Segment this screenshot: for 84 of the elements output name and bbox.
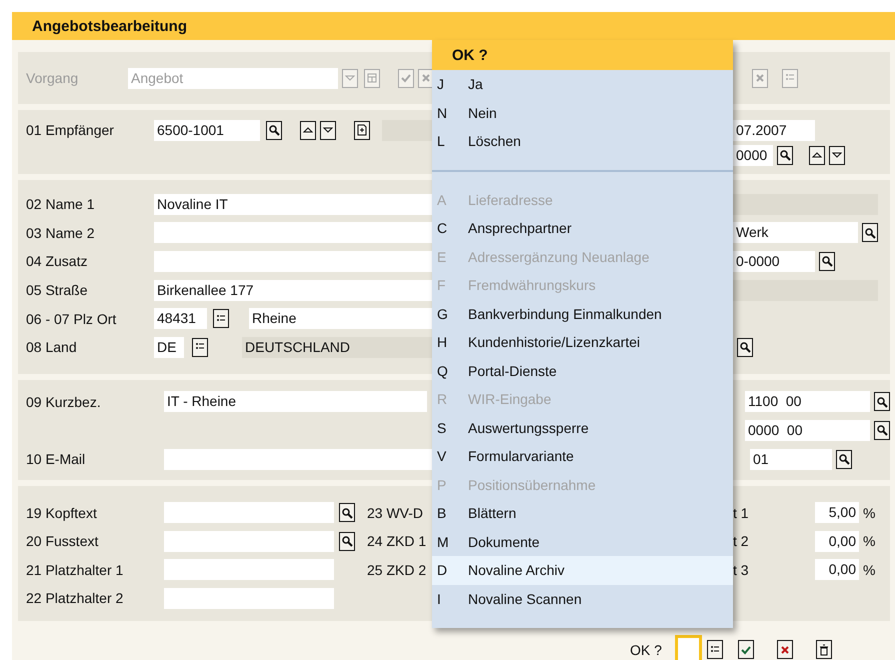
field-label: 21 Platzhalter 1 [26,562,124,578]
input-field[interactable] [154,222,432,244]
input-field[interactable] [164,530,334,552]
input-field[interactable] [154,250,432,272]
input-field[interactable] [164,502,334,524]
input-field[interactable]: 48431 [154,308,207,330]
search-icon[interactable] [874,392,890,412]
page-title: Angebotsbearbeitung [12,12,895,40]
menu-item[interactable]: C Ansprechpartner [432,214,733,242]
input-field[interactable]: 5,00 [815,502,859,524]
input-field[interactable] [164,448,432,470]
input-field[interactable]: Novaline IT [154,194,432,215]
document-icon[interactable] [354,120,370,140]
list-icon[interactable] [213,309,229,328]
menu-item[interactable]: D Novaline Archiv [432,556,733,584]
field-label: 22 Platzhalter 2 [26,590,124,606]
field-label: Vorgang [26,70,80,86]
search-icon[interactable] [874,420,890,440]
trash-icon[interactable] [816,640,832,660]
field-label: 10 E-Mail [26,451,86,468]
field-label: 23 WV-D [367,504,424,521]
field-label: 03 Name 2 [26,224,96,241]
search-icon[interactable] [862,223,878,242]
ok-label: OK ? [630,642,662,658]
menu-item[interactable]: M Dokumente [432,528,733,556]
close-icon[interactable] [776,640,793,660]
menu-item[interactable]: I Novaline Scannen [432,584,733,613]
menu-item[interactable]: N Nein [432,98,733,127]
check-icon[interactable] [738,640,754,660]
menu-title: OK ? [432,40,733,70]
input-field[interactable]: 01 [750,448,832,470]
field-label: 01 Empfänger [26,122,115,138]
search-icon[interactable] [737,338,753,357]
search-icon[interactable] [777,146,793,164]
menu-item[interactable]: S Auswertungssperre [432,414,733,442]
menu-item[interactable]: H Kundenhistorie/Lizenzkartei [432,328,733,356]
field-label: 04 Zusatz [26,253,88,270]
field-label: 06 - 07 Plz Ort [26,310,118,327]
input-field[interactable] [674,634,702,660]
field-label: 02 Name 1 [26,196,96,212]
input-field[interactable]: 0000 00 [745,420,870,441]
input-field[interactable]: 0000 [733,144,773,166]
field-label: 24 ZKD 1 [367,533,426,550]
input-field[interactable]: DE [154,336,184,358]
input-field[interactable] [164,588,334,609]
menu-item[interactable]: L Löschen [432,127,733,156]
readonly-field: DEUTSCHLAND [242,336,432,358]
field-label: 05 Straße [26,282,88,298]
check-icon[interactable] [398,68,414,88]
search-icon[interactable] [266,120,282,140]
input-field[interactable]: 0-0000 [733,250,815,272]
menu-item[interactable]: Q Portal-Dienste [432,356,733,385]
input-field[interactable] [164,559,334,580]
unit-label: % [863,504,876,521]
input-field[interactable]: Werk [733,222,858,244]
field-label: 25 ZKD 2 [367,562,426,578]
input-field[interactable]: Rheine [249,308,432,330]
input-field[interactable]: 6500-1001 [154,120,260,140]
search-icon[interactable] [836,450,852,469]
menu-item[interactable]: V Formularvariante [432,442,733,470]
field-label: t 1 [733,504,750,521]
search-icon[interactable] [339,503,355,522]
field-label: 09 Kurzbez. [26,394,102,410]
field-label: 08 Land [26,339,78,356]
field-label: 20 Fusstext [26,533,100,550]
unit-label: % [863,562,876,578]
field-label: t 2 [733,533,750,550]
menu-item[interactable]: J Ja [432,70,733,98]
menu-item[interactable]: B Blättern [432,499,733,528]
field-label: t 3 [733,562,750,578]
readonly-field [382,120,432,140]
search-icon[interactable] [819,252,835,271]
input-field[interactable]: 07.2007 [733,120,815,140]
field-label: 19 Kopftext [26,504,98,521]
input-field[interactable]: 0,00 [815,530,859,552]
unit-label: % [863,533,876,550]
search-icon[interactable] [339,532,355,551]
input-field[interactable]: IT - Rheine [164,391,427,412]
input-field[interactable]: Birkenallee 177 [154,280,432,301]
input-field[interactable]: 0,00 [815,559,859,580]
menu-item[interactable]: G Bankverbindung Einmalkunden [432,300,733,328]
list-icon[interactable] [706,640,723,660]
input-field[interactable]: 1100 00 [745,391,870,412]
list-icon[interactable] [192,338,208,357]
